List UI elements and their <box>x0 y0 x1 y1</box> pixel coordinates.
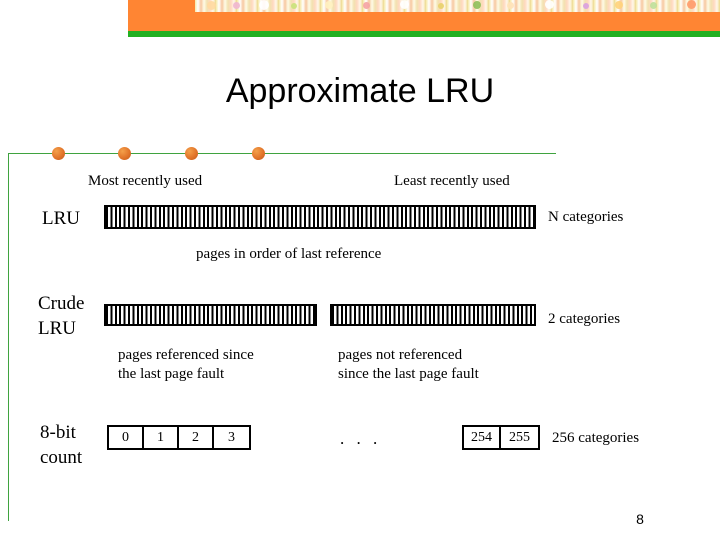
crude-referenced-bar <box>104 304 317 326</box>
bullet-dot-1 <box>52 147 65 160</box>
count-cell-1: 1 <box>144 427 179 448</box>
header-photo-strip <box>195 0 720 12</box>
green-horizontal-rule <box>8 153 556 154</box>
crude-not-referenced-bar <box>330 304 536 326</box>
slide: Approximate LRU Most recently used Least… <box>0 0 720 540</box>
row-label-crude-lru: Crude LRU <box>38 293 85 339</box>
green-vertical-rule <box>8 153 9 521</box>
crude-lru-categories-label: 2 categories <box>548 311 621 327</box>
caption-pages-not-referenced: pages not referenced since the last page… <box>338 347 479 382</box>
page-title: Approximate LRU <box>225 72 495 110</box>
count-cell-254: 254 <box>464 427 501 448</box>
label-least-recently-used: Least recently used <box>394 173 510 189</box>
eight-bit-categories-label: 256 categories <box>552 430 640 446</box>
count-cell-2: 2 <box>179 427 214 448</box>
bullet-dot-2 <box>118 147 131 160</box>
bullet-dot-4 <box>252 147 265 160</box>
lru-categories-label: N categories <box>548 209 624 225</box>
count-cell-3: 3 <box>228 429 235 445</box>
count-ellipsis: . . . <box>340 429 382 448</box>
count-cells-low: 0 1 2 3 <box>107 425 251 450</box>
row-label-eight-bit-count: 8-bit count <box>40 422 83 468</box>
count-cell-0: 0 <box>109 427 144 448</box>
label-most-recently-used: Most recently used <box>88 173 203 189</box>
header-green-band <box>128 31 720 37</box>
count-cells-high: 254 255 <box>462 425 540 450</box>
page-number: 8 <box>636 511 644 527</box>
lru-full-bar <box>104 205 536 229</box>
count-cell-255: 255 <box>509 429 530 445</box>
bullet-dot-3 <box>185 147 198 160</box>
caption-pages-referenced-since: pages referenced since the last page fau… <box>118 347 254 382</box>
caption-pages-in-order: pages in order of last reference <box>196 246 382 262</box>
row-label-lru: LRU <box>42 208 80 229</box>
